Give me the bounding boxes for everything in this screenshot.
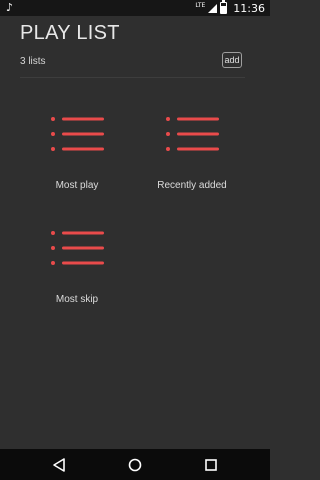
back-icon[interactable] [51, 457, 67, 473]
playlist-icon [51, 231, 104, 265]
playlist-label: Recently added [157, 180, 227, 191]
music-note-icon: ♪ [6, 1, 14, 14]
playlist-tile-most-skip[interactable]: Most skip [22, 230, 132, 320]
playlist-label: Most play [55, 180, 99, 191]
playlist-icon [51, 117, 104, 151]
signal-icon [208, 3, 218, 13]
clock: 11:36 [233, 1, 265, 15]
add-button[interactable]: add [222, 52, 242, 68]
playlist-count: 3 lists [20, 56, 46, 67]
battery-icon [220, 0, 228, 14]
playlist-label: Most skip [55, 294, 99, 305]
navigation-bar [0, 449, 270, 480]
home-icon[interactable] [127, 457, 143, 473]
header: PLAY LIST [20, 22, 120, 45]
playlist-icon [166, 117, 219, 151]
status-bar: ♪ LTE 11:36 [0, 0, 270, 16]
recents-icon[interactable] [203, 457, 219, 473]
page-title: PLAY LIST [20, 22, 120, 44]
status-icons: LTE 11:36 [195, 0, 265, 15]
divider [20, 77, 245, 78]
playlist-tile-most-play[interactable]: Most play [22, 116, 132, 206]
network-type: LTE [195, 1, 206, 9]
playlist-tile-recently-added[interactable]: Recently added [137, 116, 247, 206]
